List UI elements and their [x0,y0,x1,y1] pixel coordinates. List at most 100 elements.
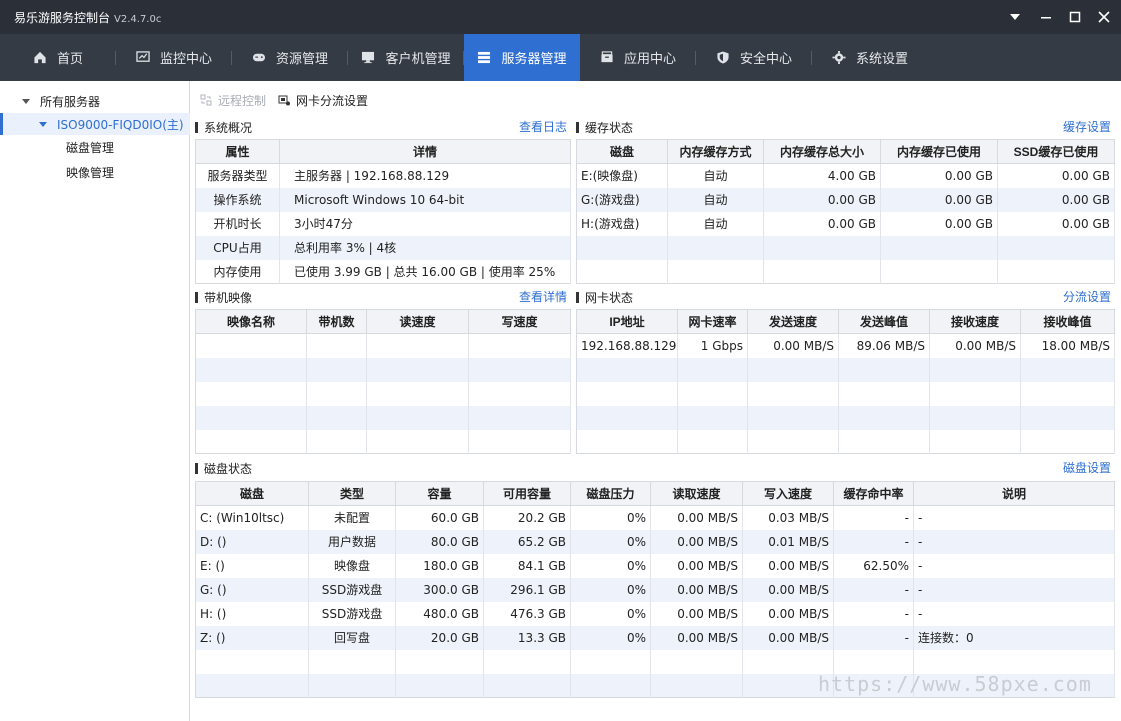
nav-tab-1[interactable]: 监控中心 [116,34,232,81]
remote-control-button[interactable]: 远程控制 [200,92,266,109]
tree-item-server[interactable]: ISO9000-FIQD0IO(主) [0,113,190,135]
table-row[interactable] [576,235,1115,260]
table-row[interactable] [195,405,571,430]
table-cell: 服务器类型 [195,163,280,188]
column-header[interactable]: 网卡速率 [677,309,748,334]
table-row[interactable] [195,381,571,406]
column-header[interactable]: 磁盘压力 [570,481,651,506]
table-row[interactable] [195,357,571,382]
table-row[interactable]: 内存使用 已使用 3.99 GB | 总共 16.00 GB | 使用率 25% [195,259,571,284]
column-header[interactable]: 写速度 [468,309,571,334]
column-header[interactable]: 读速度 [366,309,469,334]
nav-tab-4[interactable]: 服务器管理 [464,34,580,81]
table-row[interactable]: 192.168.88.129 1 Gbps 0.00 MB/S 89.06 MB/S 0… [576,333,1115,358]
column-header[interactable]: 说明 [913,481,1115,506]
panel-link[interactable]: 查看详情 [519,288,567,306]
tree-item-all-servers[interactable]: 所有服务器 [22,91,188,111]
table-cell [195,649,309,674]
minimize-button[interactable] [1033,5,1059,29]
column-header[interactable]: 内存缓存总大小 [763,139,881,164]
table-cell [677,405,748,430]
panel-link[interactable]: 缓存设置 [1063,118,1111,136]
column-header[interactable]: SSD缓存已使用 [997,139,1115,164]
panel-link[interactable]: 查看日志 [519,118,567,136]
table-row[interactable] [576,429,1115,454]
table-row[interactable]: Z: () 回写盘 20.0 GB 13.3 GB 0% 0.00 MB/S 0.00 MB… [195,625,1115,650]
table-cell [483,673,571,698]
column-header[interactable]: 读取速度 [650,481,743,506]
menu-dropdown-button[interactable] [1002,5,1028,29]
column-header[interactable]: 容量 [395,481,484,506]
panel-link[interactable]: 磁盘设置 [1063,459,1111,477]
nav-tab-2[interactable]: 资源管理 [232,34,348,81]
column-header[interactable]: 内存缓存已使用 [880,139,998,164]
nav-tab-0[interactable]: 首页 [0,34,116,81]
table-cell: G: () [195,577,309,602]
table-row[interactable]: E:(映像盘) 自动 4.00 GB 0.00 GB 0.00 GB [576,163,1115,188]
table-cell: 0.01 MB/S [742,529,834,554]
table-row[interactable] [576,259,1115,284]
tree-item-disk-management[interactable]: 磁盘管理 [66,139,114,157]
table-cell [667,235,764,260]
table-row[interactable] [576,381,1115,406]
column-header[interactable]: 接收峰值 [1020,309,1115,334]
table-cell [677,429,748,454]
table-row[interactable]: G: () SSD游戏盘 300.0 GB 296.1 GB 0% 0.00 MB/S 0.… [195,577,1115,602]
tree-item-image-management[interactable]: 映像管理 [66,164,114,182]
nav-tab-6[interactable]: 安全中心 [696,34,812,81]
nav-tab-5[interactable]: 应用中心 [580,34,696,81]
table-cell: 0% [570,553,651,578]
top-navigation: 首页 监控中心 资源管理 客户机管理 服务器管理 应用中心 安全中心 系统设置 [0,34,1121,81]
column-header[interactable]: 发送速度 [747,309,839,334]
table-cell [306,357,367,382]
column-header[interactable]: 磁盘 [576,139,668,164]
nav-tab-3[interactable]: 客户机管理 [348,34,464,81]
column-header[interactable]: 接收速度 [929,309,1021,334]
column-header[interactable]: 带机数 [306,309,367,334]
nav-tab-label: 首页 [56,52,83,67]
column-header[interactable]: 发送峰值 [838,309,930,334]
column-header[interactable]: 缓存命中率 [833,481,914,506]
table-row[interactable]: H: () SSD游戏盘 480.0 GB 476.3 GB 0% 0.00 MB/S 0.… [195,601,1115,626]
table-row[interactable]: 操作系统 Microsoft Windows 10 64-bit [195,187,571,212]
column-header[interactable]: 类型 [308,481,396,506]
table-row[interactable] [576,405,1115,430]
table-row[interactable]: G:(游戏盘) 自动 0.00 GB 0.00 GB 0.00 GB [576,187,1115,212]
table-row[interactable]: 服务器类型 主服务器 | 192.168.88.129 [195,163,571,188]
column-header[interactable]: 内存缓存方式 [667,139,764,164]
table-cell [366,429,469,454]
title-accent-bar [195,291,198,303]
column-header[interactable]: 详情 [279,139,571,164]
table-cell [880,235,998,260]
nic-split-settings-button[interactable]: 网卡分流设置 [278,92,368,109]
home-icon [34,51,46,64]
table-row[interactable]: CPU占用 总利用率 3% | 4核 [195,235,571,260]
table-row[interactable] [195,649,1115,674]
table-row[interactable]: D: () 用户数据 80.0 GB 65.2 GB 0% 0.00 MB/S 0.01 M… [195,529,1115,554]
column-header[interactable]: IP地址 [576,309,678,334]
table-row[interactable]: C: (Win10ltsc) 未配置 60.0 GB 20.2 GB 0% 0.00 MB… [195,505,1115,530]
table-cell: 0.00 MB/S [742,553,834,578]
table-row[interactable]: H:(游戏盘) 自动 0.00 GB 0.00 GB 0.00 GB [576,211,1115,236]
table-cell [468,357,571,382]
table-row[interactable]: E: () 映像盘 180.0 GB 84.1 GB 0% 0.00 MB/S 0.00 M… [195,553,1115,578]
table-row[interactable]: 开机时长 3小时47分 [195,211,571,236]
table-cell: 480.0 GB [395,601,484,626]
column-header[interactable]: 可用容量 [483,481,571,506]
column-header[interactable]: 磁盘 [195,481,309,506]
nav-tab-7[interactable]: 系统设置 [812,34,928,81]
table-cell: 0.00 GB [763,187,881,212]
table-cell: - [913,601,1115,626]
panel-link[interactable]: 分流设置 [1063,288,1111,306]
table-row[interactable] [195,333,571,358]
table-cell [308,673,396,698]
table-cell [195,405,307,430]
maximize-button[interactable] [1062,5,1088,29]
column-header[interactable]: 属性 [195,139,280,164]
table-cell: 0.00 MB/S [742,625,834,650]
close-button[interactable] [1091,5,1117,29]
column-header[interactable]: 写入速度 [742,481,834,506]
table-row[interactable] [576,357,1115,382]
table-row[interactable] [195,429,571,454]
column-header[interactable]: 映像名称 [195,309,307,334]
